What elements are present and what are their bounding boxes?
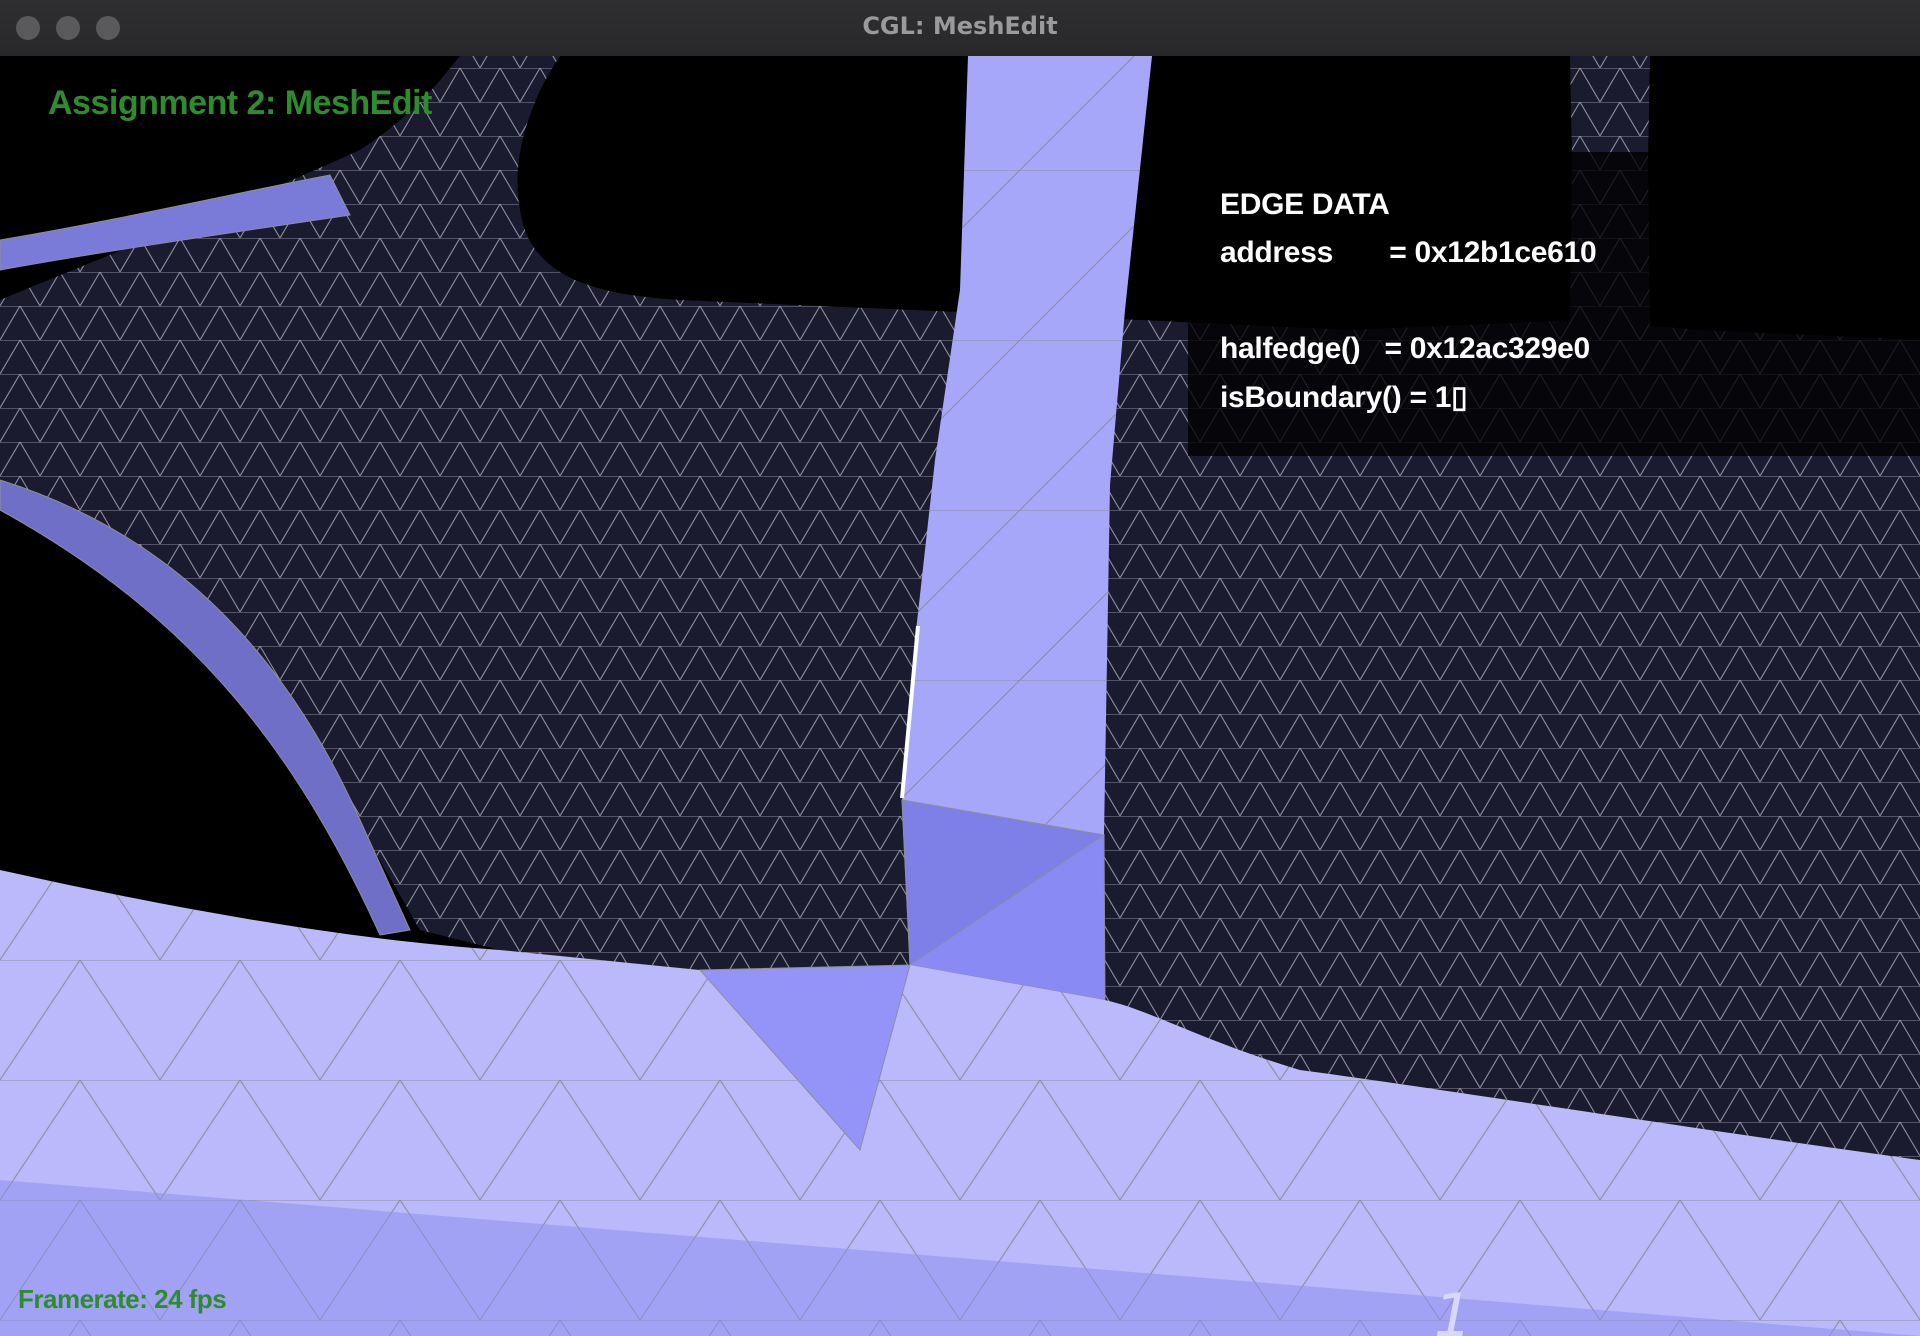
- framerate-readout: Framerate: 24 fps: [18, 1284, 227, 1314]
- edge-halfedge: halfedge() = 0x12ac329e0: [1220, 332, 1590, 365]
- corner-glyph: 1: [1434, 1281, 1472, 1336]
- assignment-title: Assignment 2: MeshEdit: [48, 84, 432, 122]
- app-window: CGL: MeshEdit 1 Assignment 2: MeshEdit E…: [0, 0, 1920, 1336]
- title-bar[interactable]: CGL: MeshEdit: [0, 0, 1920, 57]
- edge-is-boundary: isBoundary() = 1▯: [1220, 381, 1468, 414]
- mesh-viewport[interactable]: 1 Assignment 2: MeshEdit EDGE DATA addre…: [0, 56, 1920, 1336]
- edge-data-panel: EDGE DATA address = 0x12b1ce610 halfedge…: [1188, 152, 1920, 456]
- window-title: CGL: MeshEdit: [862, 12, 1058, 40]
- edge-data-heading: EDGE DATA: [1220, 188, 1390, 221]
- edge-address: address = 0x12b1ce610: [1220, 236, 1597, 269]
